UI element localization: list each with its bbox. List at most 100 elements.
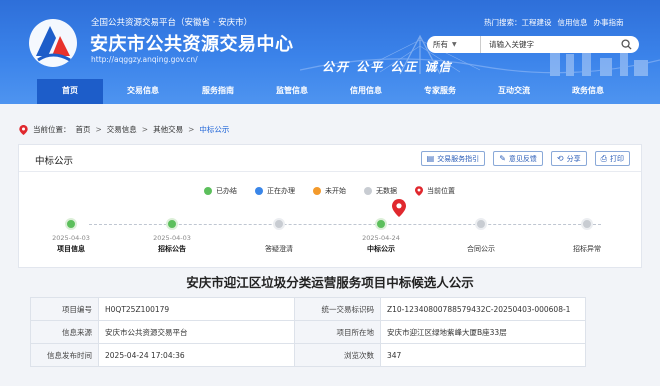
search-icon <box>620 39 632 50</box>
share-button[interactable]: ⟲ 分享 <box>550 151 587 166</box>
feedback-button[interactable]: ✎ 意见反馈 <box>493 151 543 166</box>
step-date <box>547 234 627 242</box>
value-project-code: H0QT25Z100179 <box>98 297 295 321</box>
nav-home[interactable]: 首页 <box>37 79 103 104</box>
step-name: 招标异常 <box>573 245 601 253</box>
label-project-code: 项目编号 <box>30 297 99 321</box>
label-views: 浏览次数 <box>294 343 381 367</box>
top-link-guide[interactable]: 办事指南 <box>594 17 624 28</box>
search-scope-value: 所有 <box>433 40 448 49</box>
step-date: 2025-04-03 <box>52 234 90 242</box>
step-date: 2025-04-03 <box>153 234 191 242</box>
breadcrumb: 当前位置： 首页 > 交易信息 > 其他交易 > 中标公示 <box>19 124 229 135</box>
progress-step[interactable]: 招标异常 <box>547 218 627 254</box>
site-url: http://aqggzy.anqing.gov.cn/ <box>91 55 198 64</box>
site-subtitle: 全国公共资源交易平台（安徽省 · 安庆市） <box>91 18 253 28</box>
nav-trade-info[interactable]: 交易信息 <box>109 79 177 104</box>
label-location: 项目所在地 <box>294 320 381 344</box>
breadcrumb-trade-info[interactable]: 交易信息 <box>107 124 137 135</box>
nav-credit[interactable]: 信用信息 <box>332 79 400 104</box>
step-date: 2025-04-24 <box>362 234 400 242</box>
top-links: 热门搜索：工程建设 信用信息 办事指南 <box>484 17 624 28</box>
search-button[interactable] <box>617 36 635 53</box>
nav-service-guide[interactable]: 服务指南 <box>184 79 252 104</box>
current-position-pin-icon <box>392 199 406 217</box>
book-icon: ▤ <box>426 153 435 163</box>
status-legend: 已办结 正在办理 未开始 无数据 当前位置 <box>204 186 455 196</box>
breadcrumb-home[interactable]: 首页 <box>76 124 91 135</box>
breadcrumb-separator: > <box>188 125 195 134</box>
share-icon: ⟲ <box>556 153 564 163</box>
step-date <box>239 234 319 242</box>
label-publish-time: 信息发布时间 <box>30 343 99 367</box>
step-status-dot <box>475 218 487 230</box>
step-date <box>441 234 521 242</box>
legend-item-no-data: 无数据 <box>364 186 397 196</box>
value-location: 安庆市迎江区绿地紫峰大厦B座33层 <box>380 320 586 344</box>
nav-interaction[interactable]: 互动交流 <box>480 79 548 104</box>
progress-card: 中标公示 ▤ 交易服务指引 ✎ 意见反馈 ⟲ 分享 ⎙ 打印 已办结 正在办理 <box>18 144 642 268</box>
legend-label: 当前位置 <box>427 187 455 195</box>
nav-supervision[interactable]: 监管信息 <box>258 79 326 104</box>
legend-dot <box>255 187 263 195</box>
feedback-icon: ✎ <box>499 153 506 163</box>
legend-item-processing: 正在办理 <box>255 186 295 196</box>
nav-government[interactable]: 政务信息 <box>554 79 622 104</box>
search-scope-select[interactable]: 所有 ▼ <box>427 36 481 53</box>
service-guide-button[interactable]: ▤ 交易服务指引 <box>420 151 486 166</box>
legend-label: 无数据 <box>376 187 397 195</box>
legend-label: 已办结 <box>216 187 237 195</box>
nav-expert[interactable]: 专家服务 <box>406 79 474 104</box>
step-status-dot <box>273 218 285 230</box>
breadcrumb-prefix: 当前位置： <box>33 125 71 134</box>
project-info-table: 项目编号 H0QT25Z100179 统一交易标识码 Z10-123408007… <box>30 297 586 367</box>
feedback-label: 意见反馈 <box>508 154 537 163</box>
slogan: 公开 公平 公正 诚信 <box>322 60 453 74</box>
site-header: 全国公共资源交易平台（安徽省 · 安庆市） 安庆市公共资源交易中心 http:/… <box>0 0 660 104</box>
value-trade-id: Z10-12340800788579432C-20250403-000608-1 <box>380 297 586 321</box>
value-source: 安庆市公共资源交易平台 <box>98 320 295 344</box>
site-title[interactable]: 安庆市公共资源交易中心 <box>90 30 294 56</box>
legend-dot <box>364 187 372 195</box>
progress-step[interactable]: 合同公示 <box>441 218 521 254</box>
top-link-credit[interactable]: 信用信息 <box>558 17 588 28</box>
progress-step[interactable]: 答疑澄清 <box>239 218 319 254</box>
table-row: 信息来源 安庆市公共资源交易平台 项目所在地 安庆市迎江区绿地紫峰大厦B座33层 <box>30 320 586 344</box>
search-input[interactable] <box>489 40 617 49</box>
legend-item-not-started: 未开始 <box>313 186 346 196</box>
breadcrumb-separator: > <box>141 125 149 134</box>
progress-step[interactable]: 2025-04-03 招标公告 <box>132 218 212 254</box>
label-trade-id: 统一交易标识码 <box>294 297 381 321</box>
location-pin-icon <box>415 186 423 196</box>
legend-label: 正在办理 <box>267 187 295 195</box>
service-guide-label: 交易服务指引 <box>437 154 480 163</box>
top-link-hot-search[interactable]: 热门搜索：工程建设 <box>484 17 552 28</box>
value-publish-time: 2025-04-24 17:04:36 <box>98 343 295 367</box>
printer-icon: ⎙ <box>600 153 607 163</box>
progress-step[interactable]: 2025-04-03 项目信息 <box>31 218 111 254</box>
notice-title: 安庆市迎江区垃圾分类运营服务项目中标候选人公示 <box>186 275 474 290</box>
step-name: 项目信息 <box>57 245 85 253</box>
step-name: 中标公示 <box>367 245 395 253</box>
share-label: 分享 <box>566 154 581 163</box>
progress-step[interactable]: 2025-04-24 中标公示 <box>341 218 421 254</box>
search-box: 所有 ▼ <box>427 36 639 53</box>
site-logo-icon[interactable] <box>26 16 80 70</box>
table-row: 信息发布时间 2025-04-24 17:04:36 浏览次数 347 <box>30 343 586 367</box>
label-source: 信息来源 <box>30 320 99 344</box>
table-row: 项目编号 H0QT25Z100179 统一交易标识码 Z10-123408007… <box>30 297 586 321</box>
step-name: 招标公告 <box>158 245 186 253</box>
step-name: 答疑澄清 <box>265 245 293 253</box>
location-pin-icon <box>19 124 28 135</box>
legend-item-done: 已办结 <box>204 186 237 196</box>
breadcrumb-separator: > <box>95 125 102 134</box>
chevron-down-icon: ▼ <box>452 41 457 48</box>
card-title: 中标公示 <box>35 156 74 167</box>
legend-dot <box>313 187 321 195</box>
value-views: 347 <box>380 343 586 367</box>
main-nav: 首页 交易信息 服务指南 监管信息 信用信息 专家服务 互动交流 政务信息 <box>0 79 660 104</box>
step-name: 合同公示 <box>467 245 495 253</box>
print-button[interactable]: ⎙ 打印 <box>594 151 630 166</box>
divider <box>19 171 641 172</box>
breadcrumb-other-trade[interactable]: 其他交易 <box>153 124 183 135</box>
